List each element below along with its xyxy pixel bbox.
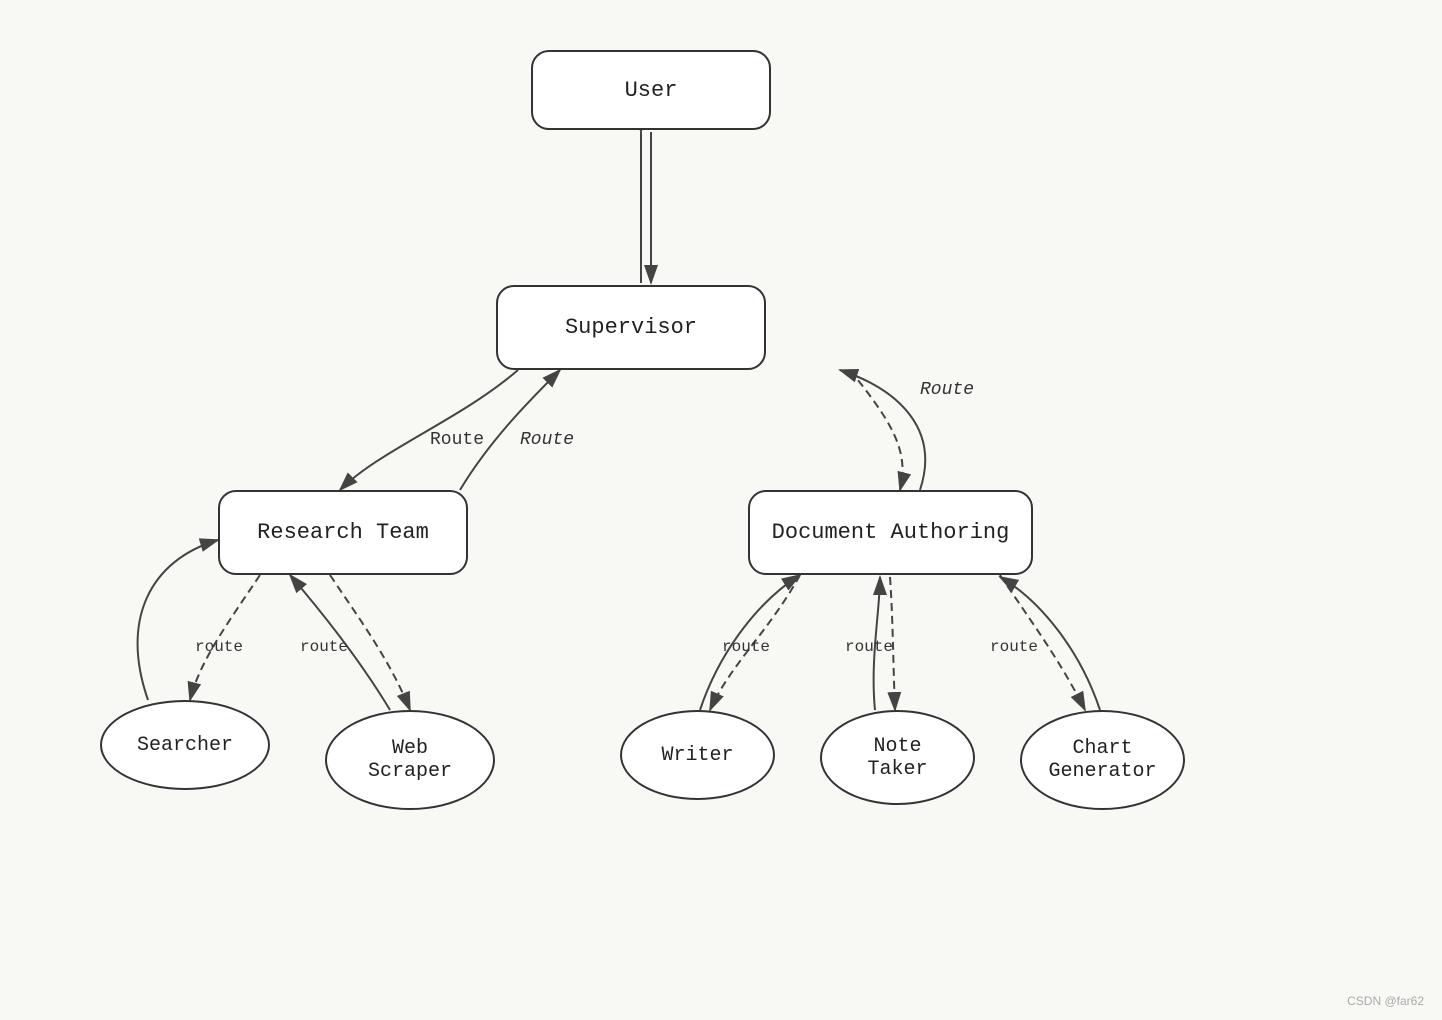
node-searcher: Searcher [100,700,270,790]
route-label-writer: route [722,638,770,656]
route-label-webscraper: route [300,638,348,656]
node-supervisor: Supervisor [496,285,766,370]
route-label-supervisor-doc: Route [920,380,974,400]
route-label-notetaker: route [845,638,893,656]
node-writer: Writer [620,710,775,800]
route-label-searcher: route [195,638,243,656]
node-web-scraper: Web Scraper [325,710,495,810]
arrows-svg [0,0,1442,1020]
node-note-taker: Note Taker [820,710,975,805]
route-label-1: Route [430,430,484,450]
route-label-chartgen: route [990,638,1038,656]
watermark: CSDN @far62 [1347,994,1424,1008]
node-research-team: Research Team [218,490,468,575]
node-user: User [531,50,771,130]
node-document-authoring: Document Authoring [748,490,1033,575]
route-label-supervisor-research: Route [520,430,574,450]
node-chart-generator: Chart Generator [1020,710,1185,810]
diagram-container: Route User Supervisor Research Team Docu… [0,0,1442,1020]
